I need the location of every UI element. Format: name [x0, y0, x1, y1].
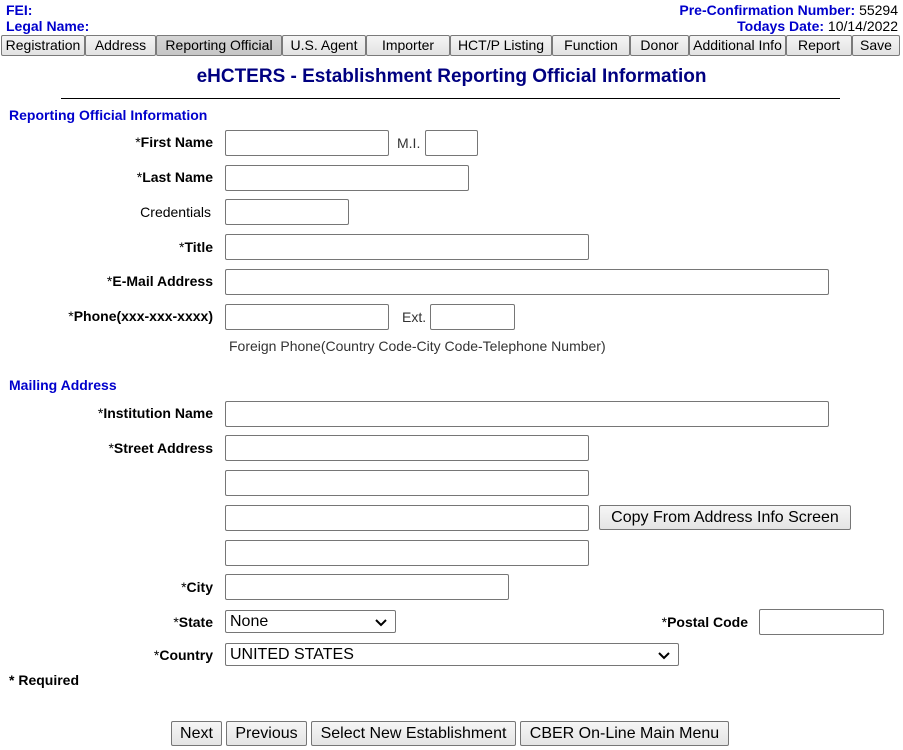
street-line-3-input[interactable]	[225, 505, 589, 531]
tab-donor[interactable]: Donor	[630, 35, 689, 56]
street-label: *Street Address	[108, 440, 213, 456]
state-select-value: None	[230, 613, 269, 630]
previous-button[interactable]: Previous	[226, 721, 307, 746]
select-new-establishment-button[interactable]: Select New Establishment	[311, 721, 516, 746]
chevron-down-icon	[375, 619, 387, 627]
foreign-phone-note: Foreign Phone(Country Code-City Code-Tel…	[229, 338, 606, 354]
country-label: *Country	[153, 647, 213, 663]
tab-importer[interactable]: Importer	[366, 35, 450, 56]
section-title-mailing: Mailing Address	[9, 377, 117, 393]
credentials-input[interactable]	[225, 199, 349, 225]
postal-code-label: *Postal Code	[661, 614, 748, 630]
date-row: Todays Date: 10/14/2022	[737, 18, 898, 34]
first-name-label: *First Name	[135, 134, 213, 150]
tab-report[interactable]: Report	[786, 35, 852, 56]
ext-label: Ext.	[402, 309, 427, 325]
date-value: 10/14/2022	[827, 18, 898, 34]
tab-save[interactable]: Save	[852, 35, 900, 56]
city-input[interactable]	[225, 574, 509, 600]
phone-ext-input[interactable]	[430, 304, 515, 330]
tab-function[interactable]: Function	[552, 35, 630, 56]
postal-code-input[interactable]	[759, 609, 884, 635]
street-line-2-input[interactable]	[225, 470, 589, 496]
first-name-input[interactable]	[225, 130, 389, 156]
institution-input[interactable]	[225, 401, 829, 427]
preconf-label: Pre-Confirmation Number:	[679, 2, 856, 18]
credentials-label: Credentials	[140, 204, 211, 220]
required-note: * Required	[9, 672, 80, 688]
tab-registration[interactable]: Registration	[1, 35, 85, 56]
title-label: *Title	[179, 239, 213, 255]
country-select[interactable]: UNITED STATES	[225, 643, 679, 666]
tab-hctp-listing[interactable]: HCT/P Listing	[450, 35, 552, 56]
last-name-label: *Last Name	[136, 169, 213, 185]
tab-additional-info[interactable]: Additional Info	[689, 35, 786, 56]
mi-label: M.I.	[397, 135, 421, 151]
email-input[interactable]	[225, 269, 829, 295]
tab-reporting-official[interactable]: Reporting Official	[156, 35, 282, 56]
copy-address-button[interactable]: Copy From Address Info Screen	[599, 505, 851, 530]
street-line-1-input[interactable]	[225, 435, 589, 461]
legal-name-label: Legal Name:	[6, 18, 90, 34]
middle-initial-input[interactable]	[425, 130, 478, 156]
date-label: Todays Date:	[737, 18, 825, 34]
title-input[interactable]	[225, 234, 589, 260]
section-title-official: Reporting Official Information	[9, 107, 208, 123]
state-label: *State	[173, 614, 213, 630]
chevron-down-icon	[658, 652, 670, 660]
preconf-row: Pre-Confirmation Number: 55294	[679, 2, 898, 18]
tab-address[interactable]: Address	[85, 35, 156, 56]
fei-label: FEI:	[6, 2, 33, 18]
page-title: eHCTERS - Establishment Reporting Offici…	[196, 66, 707, 87]
phone-input[interactable]	[225, 304, 389, 330]
state-select[interactable]: None	[225, 610, 396, 633]
preconf-value: 55294	[859, 2, 898, 18]
title-divider	[61, 98, 840, 99]
country-select-value: UNITED STATES	[230, 646, 354, 663]
institution-label: *Institution Name	[97, 405, 213, 421]
next-button[interactable]: Next	[171, 721, 222, 746]
main-menu-button[interactable]: CBER On-Line Main Menu	[520, 721, 729, 746]
last-name-input[interactable]	[225, 165, 469, 191]
city-label: *City	[181, 579, 213, 595]
email-label: *E-Mail Address	[106, 273, 213, 289]
phone-label: *Phone(xxx-xxx-xxxx)	[68, 308, 213, 324]
tab-us-agent[interactable]: U.S. Agent	[282, 35, 366, 56]
street-line-4-input[interactable]	[225, 540, 589, 566]
